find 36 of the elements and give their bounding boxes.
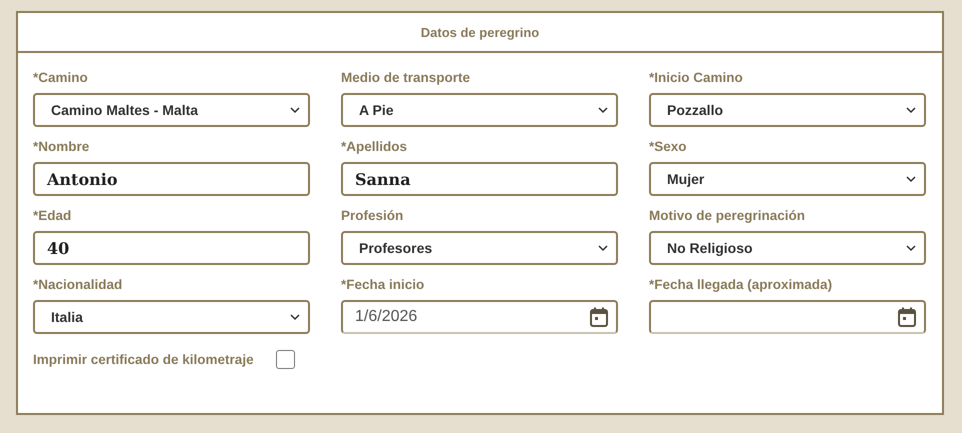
chevron-down-icon [598,106,608,114]
select-field[interactable]: Camino Maltes - Malta [33,93,310,127]
field-label: *Fecha llegada (aproximada) [649,277,834,293]
chevron-down-icon [598,244,608,252]
field-label: *Inicio Camino [649,70,744,86]
chevron-down-icon [906,106,916,114]
select-field[interactable]: Italia [33,300,310,334]
select-field[interactable]: No Religioso [649,231,926,265]
checkbox[interactable] [276,350,295,369]
calendar-icon[interactable] [898,307,916,327]
field-label: *Fecha inicio [341,277,426,293]
field-label: Motivo de peregrinación [649,208,806,224]
field-label: Profesión [341,208,404,224]
field-label: *Nombre [33,139,90,155]
select-field[interactable]: Profesores [341,231,618,265]
chevron-down-icon [906,176,916,182]
input-field[interactable]: Antonio [33,162,310,196]
input-field[interactable]: Sanna [341,162,618,196]
select-field[interactable]: Mujer [649,162,926,196]
date-field[interactable]: 1/6/2026 [341,300,618,334]
select-field[interactable]: A Pie [341,93,618,127]
field-label: *Camino [33,70,89,86]
calendar-icon[interactable] [590,307,608,327]
chevron-down-icon [906,244,916,252]
date-field[interactable] [649,300,926,334]
chevron-down-icon [290,314,300,320]
chevron-down-icon [290,106,300,114]
select-field[interactable]: Pozzallo [649,93,926,127]
field-label: Medio de transporte [341,70,472,86]
field-label: *Apellidos [341,139,408,155]
checkbox-label: Imprimir certificado de kilometraje [33,352,254,368]
panel-title: Datos de peregrino [420,24,540,40]
field-label: *Nacionalidad [33,277,124,293]
field-label: *Sexo [649,139,688,155]
field-label: *Edad [33,208,72,224]
input-field[interactable]: 40 [33,231,310,265]
